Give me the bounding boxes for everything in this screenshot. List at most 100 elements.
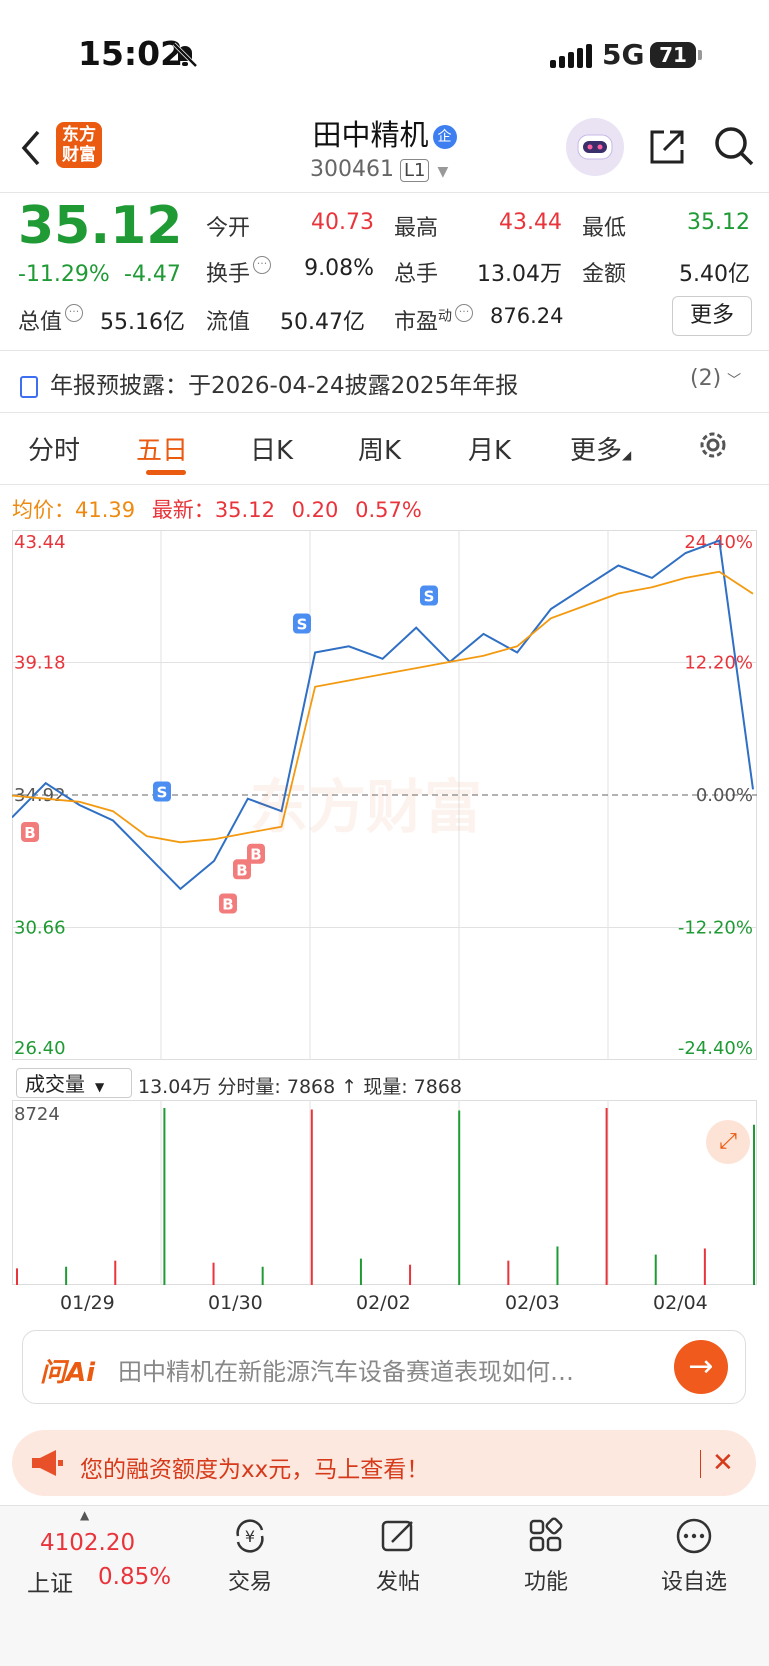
- divider: [0, 192, 769, 193]
- turnover-label: 换手 ···: [206, 256, 272, 288]
- low-value: 35.12: [687, 210, 750, 235]
- post-icon[interactable]: [348, 1516, 448, 1560]
- search-icon[interactable]: [712, 124, 756, 168]
- chevron-down-icon: ▼: [437, 164, 449, 180]
- signal-label: B: [236, 861, 247, 879]
- notice-count[interactable]: (2) ﹀: [690, 366, 741, 391]
- nav-trade[interactable]: 交易: [200, 1564, 300, 1596]
- y-pct-label: -24.40%: [678, 1038, 753, 1059]
- info-icon[interactable]: ···: [65, 304, 84, 322]
- total-value-label: 总值 ···: [18, 304, 84, 336]
- float-label: 流值: [206, 310, 251, 335]
- tab-daily-k[interactable]: 日K: [250, 430, 293, 467]
- info-icon[interactable]: ···: [455, 304, 474, 322]
- volume-max-label: 8724: [14, 1104, 60, 1125]
- apps-icon[interactable]: [496, 1516, 596, 1560]
- volume-bar: [16, 1268, 18, 1285]
- tab-intraday[interactable]: 分时: [28, 430, 80, 467]
- high-label: 最高: [394, 216, 439, 241]
- document-icon: [20, 375, 38, 398]
- tab-weekly-k[interactable]: 周K: [358, 430, 401, 467]
- arrow-right-icon[interactable]: →: [674, 1340, 728, 1394]
- date-label: 01/30: [208, 1292, 263, 1314]
- gear-icon[interactable]: [696, 428, 730, 462]
- chevron-down-icon: ▼: [95, 1080, 105, 1094]
- volume-bar: [65, 1266, 68, 1285]
- date-label: 02/03: [505, 1292, 560, 1314]
- ai-assistant-avatar[interactable]: [566, 118, 624, 176]
- open-value: 40.73: [311, 210, 374, 235]
- date-label: 01/29: [60, 1292, 115, 1314]
- turnover-value: 9.08%: [304, 256, 374, 281]
- nav-post[interactable]: 发帖: [348, 1564, 448, 1596]
- network-type: 5G: [602, 38, 645, 71]
- volume-bar: [261, 1266, 264, 1285]
- stock-name: 田中精机: [312, 118, 429, 152]
- pe-label: 市盈动 ···: [394, 304, 474, 336]
- volume-frame: [12, 1100, 757, 1285]
- tab-more[interactable]: 更多◢: [570, 430, 631, 467]
- close-icon[interactable]: ✕: [712, 1448, 734, 1478]
- y-pct-label: -12.20%: [678, 918, 753, 939]
- total-value: 55.16亿: [100, 310, 185, 335]
- enterprise-badge: 企: [432, 125, 457, 149]
- volume-bar: [409, 1264, 412, 1285]
- volume-bar: [703, 1248, 706, 1285]
- volume-chart[interactable]: 8724: [12, 1100, 757, 1285]
- y-pct-label: 0.00%: [696, 785, 753, 806]
- signal-icon: [550, 44, 595, 68]
- y-tick-label: 39.18: [14, 653, 66, 674]
- divider: [0, 350, 769, 351]
- volume-bar: [556, 1246, 559, 1285]
- stock-code-row[interactable]: 300461 L1 ▼: [310, 157, 448, 182]
- change-amount: -4.47: [124, 262, 181, 287]
- volume-bar: [458, 1110, 461, 1285]
- low-label: 最低: [582, 216, 627, 241]
- pe-value: 876.24: [490, 304, 564, 328]
- ask-ai-input[interactable]: 田中精机在新能源汽车设备赛道表现如何…: [118, 1352, 638, 1387]
- volume-bar: [605, 1108, 608, 1285]
- more-quote-button[interactable]: 更多: [672, 296, 752, 336]
- watermark: 东方财富: [250, 773, 483, 841]
- index-name[interactable]: 上证: [27, 1564, 73, 1598]
- volume-bar: [507, 1260, 510, 1285]
- y-tick-label: 26.40: [14, 1038, 66, 1059]
- signal-label: S: [157, 784, 168, 802]
- annual-report-notice[interactable]: 年报预披露：于2026-04-24披露2025年年报: [20, 366, 518, 400]
- signal-label: S: [297, 616, 308, 634]
- corner-triangle-icon: ◢: [622, 448, 632, 462]
- y-tick-label: 30.66: [14, 918, 66, 939]
- amount-value: 5.40亿: [679, 262, 750, 287]
- current-price: 35.12: [18, 196, 183, 256]
- volume-bar: [654, 1254, 657, 1285]
- nav-add-watchlist[interactable]: 设自选: [644, 1564, 744, 1596]
- promo-divider: [700, 1450, 701, 1478]
- info-icon[interactable]: ···: [253, 256, 272, 274]
- expand-icon[interactable]: ⤢: [706, 1120, 750, 1164]
- ask-ai-logo: 问Ai: [40, 1358, 96, 1388]
- volume-bar: [212, 1262, 215, 1285]
- share-icon[interactable]: [646, 126, 688, 168]
- date-label: 02/02: [356, 1292, 411, 1314]
- high-value: 43.44: [499, 210, 562, 235]
- volume-bar: [753, 1124, 755, 1285]
- index-percent[interactable]: 0.85%: [98, 1564, 171, 1590]
- more-dots-icon[interactable]: [644, 1516, 744, 1560]
- nav-functions[interactable]: 功能: [496, 1564, 596, 1596]
- indicator-select[interactable]: 成交量 ▼: [16, 1068, 132, 1098]
- y-pct-label: 12.20%: [684, 653, 753, 674]
- amount-label: 金额: [582, 262, 627, 287]
- float-value: 50.47亿: [280, 310, 365, 335]
- change-percent: -11.29%: [18, 262, 110, 287]
- index-value[interactable]: 4102.20: [40, 1530, 135, 1556]
- status-time: 15:02: [78, 34, 184, 73]
- tab-monthly-k[interactable]: 月K: [468, 430, 511, 467]
- volume-info: 13.04万 分时量: 7868 ↑ 现量: 7868: [138, 1076, 463, 1098]
- volume-bar: [163, 1108, 166, 1285]
- volume-value: 13.04万: [477, 262, 562, 287]
- chevron-down-icon: ﹀: [727, 373, 742, 389]
- svg-text:¥: ¥: [245, 1527, 255, 1546]
- trade-icon[interactable]: ¥: [200, 1516, 300, 1560]
- volume-bar: [114, 1260, 117, 1285]
- tab-five-day[interactable]: 五日: [136, 430, 188, 467]
